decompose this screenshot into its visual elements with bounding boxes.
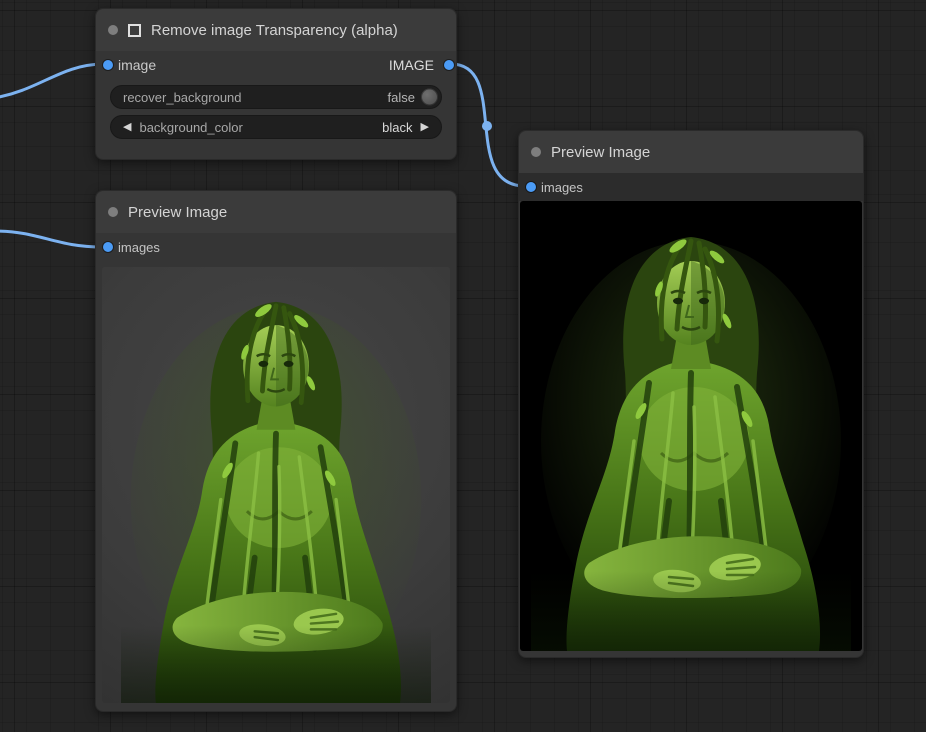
- collapse-dot-icon[interactable]: [108, 25, 118, 35]
- widget-recover-background-value: false: [388, 90, 415, 105]
- widget-background-color-label: background_color: [139, 120, 374, 135]
- wire-image-to-preview: [451, 64, 525, 186]
- input-port-image-label: image: [118, 57, 156, 73]
- node-graph-canvas[interactable]: Remove image Transparency (alpha) image …: [0, 0, 926, 732]
- wire-junction-dot[interactable]: [482, 121, 492, 131]
- node-title: Remove image Transparency (alpha): [151, 22, 398, 39]
- input-port-images-dot[interactable]: [103, 242, 113, 252]
- input-port-image-dot[interactable]: [103, 60, 113, 70]
- preview-image-left: [102, 267, 450, 703]
- collapse-dot-icon[interactable]: [531, 147, 541, 157]
- node-preview-image-right[interactable]: Preview Image images: [518, 130, 864, 658]
- arrow-right-icon[interactable]: ▶: [421, 122, 429, 133]
- input-port-images-label: images: [118, 240, 160, 255]
- images-input-row: images: [96, 233, 456, 261]
- toggle-knob-icon[interactable]: [421, 89, 438, 106]
- output-port-image-label: IMAGE: [389, 57, 434, 73]
- node-header[interactable]: Preview Image: [96, 191, 456, 233]
- preview-image-right: [520, 201, 862, 651]
- widget-recover-background-label: recover_background: [123, 90, 380, 105]
- node-header[interactable]: Remove image Transparency (alpha): [96, 9, 456, 51]
- collapse-dot-icon[interactable]: [108, 207, 118, 217]
- port-row: image IMAGE: [96, 51, 456, 79]
- wire-into-preview-left: [0, 231, 102, 247]
- widget-recover-background[interactable]: recover_background false: [110, 85, 442, 109]
- images-input-row: images: [519, 173, 863, 201]
- widget-background-color[interactable]: ◀ background_color black ▶: [110, 115, 442, 139]
- preview-image-figure: [102, 267, 450, 703]
- widget-background-color-value: black: [382, 120, 412, 135]
- node-preview-image-left[interactable]: Preview Image images: [95, 190, 457, 712]
- arrow-left-icon[interactable]: ◀: [123, 122, 131, 133]
- wire-into-image-input: [0, 64, 102, 98]
- node-remove-transparency[interactable]: Remove image Transparency (alpha) image …: [95, 8, 457, 160]
- node-mode-square-icon: [128, 24, 141, 37]
- node-title: Preview Image: [551, 144, 650, 161]
- input-port-images-label: images: [541, 180, 583, 195]
- input-port-images-dot[interactable]: [526, 182, 536, 192]
- output-port-image-dot[interactable]: [444, 60, 454, 70]
- node-title: Preview Image: [128, 204, 227, 221]
- node-header[interactable]: Preview Image: [519, 131, 863, 173]
- preview-image-figure: [520, 201, 862, 651]
